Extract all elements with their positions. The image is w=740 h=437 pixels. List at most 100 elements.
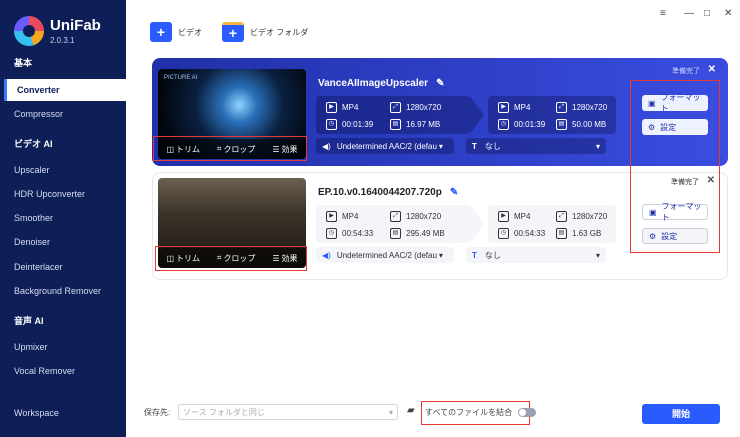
audio-track-value: Undetermined AAC/2 (defau [336,250,437,260]
output-duration: 00:01:39 [514,120,546,129]
duration-icon: ◷ [498,119,509,130]
source-resolution: 1280x720 [406,212,442,221]
source-format: MP4 [342,212,359,221]
source-size: 295.49 MB [406,229,445,238]
resolution-icon: ⤢ [556,211,567,222]
arrow-icon [470,96,484,134]
edit-toolbar-highlight-1 [153,136,307,161]
merge-toggle[interactable] [518,408,537,418]
speaker-icon: ◀) [322,250,331,260]
resolution-icon: ⤢ [390,211,401,222]
source-duration: 00:01:39 [342,120,374,129]
sidebar-item-vocal-remover[interactable]: Vocal Remover [0,360,126,382]
source-specs: ▶ MP4 ⤢ 1280x720 ◷ 00:01:39 ▤ 16.97 MB [316,96,470,134]
merge-all-label: すべてのファイルを結合 [425,408,513,417]
audio-track-value: Undetermined AAC/2 (defau [336,141,437,151]
add-video-label: ビデオ [178,27,202,37]
output-specs: ▶ MP4 ⤢ 1280x720 ◷ 00:01:39 ▤ 50.00 MB [488,96,616,134]
section-video-ai: ビデオ AI [14,139,53,149]
remove-task-icon[interactable]: ✕ [708,64,716,75]
duration-icon: ◷ [498,228,509,239]
output-specs: ▶ MP4 ⤢ 1280x720 ◷ 00:54:33 ▤ 1.63 GB [488,205,616,243]
app-logo [14,16,44,46]
minimize-icon[interactable]: — [684,8,694,19]
save-path-placeholder: ソース フォルダと同じ [183,407,265,417]
chevron-down-icon: ▾ [438,250,443,260]
chevron-down-icon: ▾ [595,250,600,260]
app-name: UniFab [50,17,101,34]
arrow-icon [470,205,484,243]
app-version: 2.0.3.1 [50,36,75,45]
sidebar: UniFab 2.0.3.1 基本 Converter Compressor ビ… [0,0,126,437]
speaker-icon: ◀) [322,141,331,151]
merge-all-option[interactable]: すべてのファイルを結合 [425,407,537,418]
filesize-icon: ▤ [556,119,567,130]
source-size: 16.97 MB [406,120,441,129]
sidebar-item-upmixer[interactable]: Upmixer [0,336,126,358]
chevron-down-icon: ▾ [595,141,600,151]
subtitle-value: なし [484,141,501,151]
subtitle-select[interactable]: T なし ▾ [466,247,606,263]
window-close-icon[interactable]: ✕ [724,8,732,19]
audio-track-select[interactable]: ◀) Undetermined AAC/2 (defau ▾ [316,138,454,154]
chevron-down-icon: ▾ [388,407,393,417]
output-settings-highlight [630,80,720,253]
sidebar-item-denoiser[interactable]: Denoiser [0,231,126,253]
source-format: MP4 [342,103,359,112]
add-video-icon: + [150,22,172,42]
save-to-label: 保存先: [144,408,171,417]
duration-icon: ◷ [326,228,337,239]
subtitle-icon: T [472,141,477,151]
output-duration: 00:54:33 [514,229,546,238]
source-duration: 00:54:33 [342,229,374,238]
save-path-field[interactable]: ソース フォルダと同じ ▾ [178,404,398,420]
output-resolution: 1280x720 [572,103,608,112]
format-icon: ▶ [498,211,509,222]
source-resolution: 1280x720 [406,103,442,112]
add-folder-icon: + [222,22,244,42]
resolution-icon: ⤢ [390,102,401,113]
resolution-icon: ⤢ [556,102,567,113]
menu-icon[interactable]: ≡ [660,8,666,19]
output-format: MP4 [514,103,531,112]
sidebar-item-hdr-upconverter[interactable]: HDR Upconverter [0,183,126,205]
task-title-text: EP.10.v0.1640044207.720p [318,187,442,198]
start-button[interactable]: 開始 [642,404,720,424]
output-resolution: 1280x720 [572,212,608,221]
subtitle-value: なし [484,250,501,260]
add-folder-label: ビデオ フォルダ [250,27,309,37]
add-video-button[interactable]: + ビデオ [150,22,202,42]
maximize-icon[interactable]: □ [704,8,710,19]
chevron-down-icon: ▾ [438,141,443,151]
output-size: 50.00 MB [572,120,607,129]
filesize-icon: ▤ [556,228,567,239]
sidebar-item-background-remover[interactable]: Background Remover [0,280,126,302]
sidebar-item-deinterlacer[interactable]: Deinterlacer [0,256,126,278]
output-format: MP4 [514,212,531,221]
filesize-icon: ▤ [390,228,401,239]
rename-pencil-icon[interactable]: ✎ [436,78,444,89]
source-specs: ▶ MP4 ⤢ 1280x720 ◷ 00:54:33 ▤ 295.49 MB [316,205,470,243]
format-icon: ▶ [326,102,337,113]
thumbnail-caption: PICTURE AI [164,75,198,81]
subtitle-icon: T [472,250,477,260]
sidebar-item-upscaler[interactable]: Upscaler [0,159,126,181]
rename-pencil-icon[interactable]: ✎ [450,187,458,198]
folder-icon[interactable]: ▰ [407,405,415,416]
sidebar-item-smoother[interactable]: Smoother [0,207,126,229]
section-basic: 基本 [14,58,33,68]
edit-toolbar-highlight-2 [155,246,307,271]
sidebar-item-workspace[interactable]: Workspace [0,402,126,424]
task-title-text: VanceAIImageUpscaler [318,78,429,89]
section-audio-ai: 音声 AI [14,316,44,326]
format-icon: ▶ [498,102,509,113]
add-folder-button[interactable]: + ビデオ フォルダ [222,22,308,42]
sidebar-item-compressor[interactable]: Compressor [0,103,126,125]
audio-track-select[interactable]: ◀) Undetermined AAC/2 (defau ▾ [316,247,454,263]
subtitle-select[interactable]: T なし ▾ [466,138,606,154]
format-icon: ▶ [326,211,337,222]
output-size: 1.63 GB [572,229,602,238]
task-title: EP.10.v0.1640044207.720p ✎ [318,187,458,198]
task-title: VanceAIImageUpscaler ✎ [318,78,444,89]
sidebar-item-converter[interactable]: Converter [4,79,126,101]
